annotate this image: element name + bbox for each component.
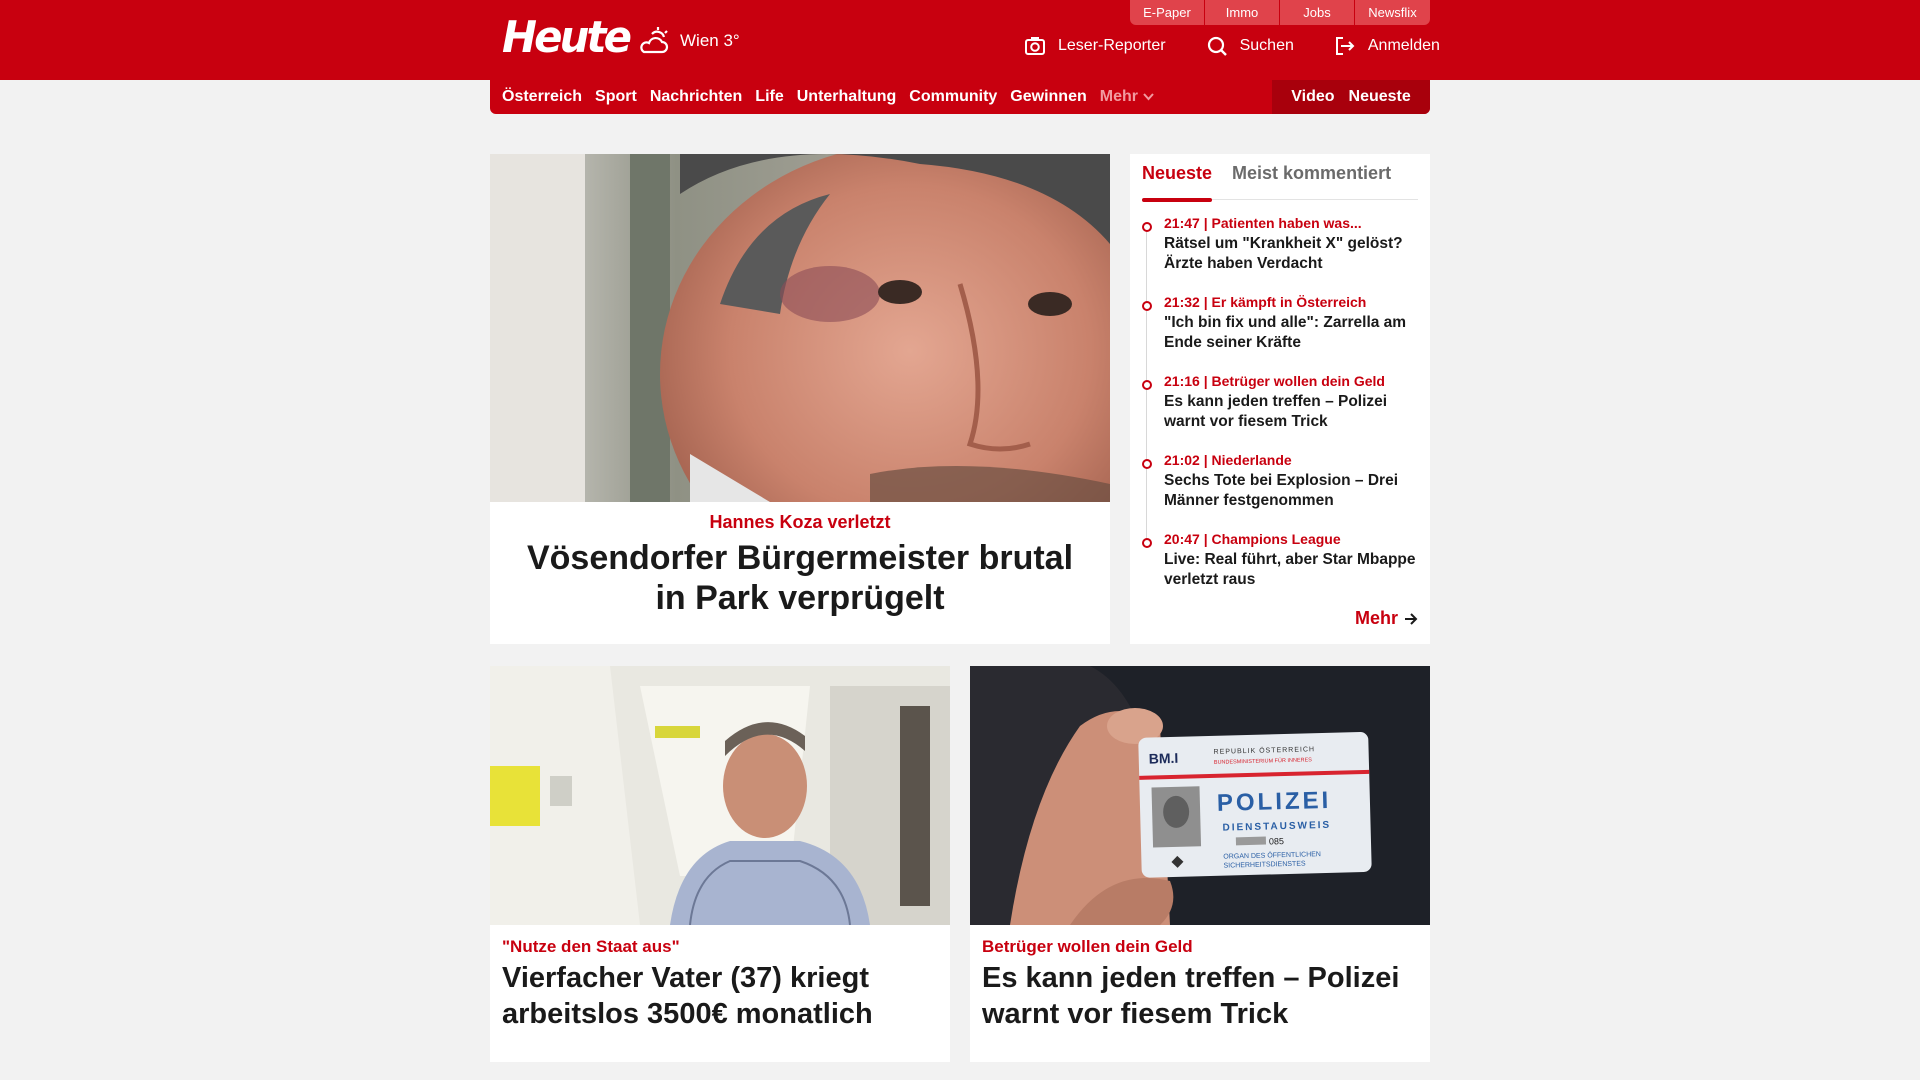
article-card[interactable]: BM.I REPUBLIK ÖSTERREICH BUNDESMINISTERI…: [970, 666, 1430, 1062]
list-item-topic: Niederlande: [1211, 452, 1292, 468]
timeline-dot: [1142, 380, 1152, 390]
nav-item-oesterreich[interactable]: Österreich: [502, 88, 582, 106]
nav-item-life[interactable]: Life: [755, 88, 783, 106]
list-item-meta: 21:02 | Niederlande: [1164, 452, 1292, 468]
search-icon: [1207, 36, 1227, 56]
hero-kicker: Hannes Koza verletzt: [709, 512, 891, 532]
weather-widget[interactable]: Wien 3°: [638, 26, 740, 56]
article-card-image[interactable]: BM.I REPUBLIK ÖSTERREICH BUNDESMINISTERI…: [970, 666, 1430, 925]
search-label: Suchen: [1239, 37, 1294, 54]
list-item[interactable]: 20:47 | Champions League Live: Real führ…: [1140, 530, 1420, 609]
login-button[interactable]: Anmelden: [1334, 35, 1440, 57]
sidebar-tabs: Neueste Meist kommentiert: [1142, 154, 1418, 202]
login-icon: [1335, 37, 1355, 55]
main-nav: Österreich Sport Nachrichten Life Unterh…: [490, 80, 1430, 114]
article-card-title[interactable]: Es kann jeden treffen – Polizei warnt vo…: [982, 960, 1418, 1032]
login-label: Anmelden: [1367, 37, 1440, 54]
timeline-dot: [1142, 301, 1152, 311]
list-item-time: 21:02: [1164, 452, 1200, 468]
timeline-dot: [1142, 538, 1152, 548]
sidebar-more-label: Mehr: [1354, 608, 1398, 628]
leser-reporter-button[interactable]: Leser-Reporter: [1024, 35, 1166, 57]
nav-item-video[interactable]: Video: [1291, 88, 1334, 106]
list-item-time: 20:47: [1164, 531, 1200, 547]
hero-title[interactable]: Vösendorfer Bürgermeister brutal in Park…: [510, 538, 1090, 618]
list-item-time: 21:16: [1164, 373, 1200, 389]
arrow-right-icon: [1405, 612, 1418, 625]
hero-image[interactable]: [490, 154, 1110, 502]
nav-item-gewinnen[interactable]: Gewinnen: [1010, 88, 1086, 106]
sidebar-more-link[interactable]: Mehr: [1355, 608, 1418, 629]
hero-article[interactable]: Hannes Koza verletzt Vösendorfer Bürgerm…: [490, 154, 1110, 644]
quicklink-epaper[interactable]: E-Paper: [1130, 0, 1205, 25]
list-item-title[interactable]: Live: Real führt, aber Star Mbappe verle…: [1164, 550, 1420, 590]
cloud-sun-icon: [640, 27, 669, 54]
site-logo[interactable]: Heute: [502, 12, 632, 63]
nav-item-community[interactable]: Community: [909, 88, 997, 106]
timeline-dot: [1142, 459, 1152, 469]
list-item-meta: 20:47 | Champions League: [1164, 531, 1341, 547]
list-item[interactable]: 21:02 | Niederlande Sechs Tote bei Explo…: [1140, 451, 1420, 530]
list-item[interactable]: 21:32 | Er kämpft in Österreich "Ich bin…: [1140, 293, 1420, 372]
site-header: Heute Wien 3° E-Paper Immo Jobs Newsflix…: [0, 0, 1920, 80]
list-item[interactable]: 21:47 | Patienten haben was... Rätsel um…: [1140, 214, 1420, 293]
id-card-issuer: BM.I: [1149, 750, 1179, 767]
article-card-kicker: Betrüger wollen dein Geld: [982, 937, 1193, 956]
article-card-title[interactable]: Vierfacher Vater (37) kriegt arbeitslos …: [502, 960, 938, 1032]
tab-meist-kommentiert[interactable]: Meist kommentiert: [1232, 154, 1391, 200]
timeline-dot: [1142, 222, 1152, 232]
nav-more-label: Mehr: [1099, 88, 1138, 105]
news-timeline: 21:47 | Patienten haben was... Rätsel um…: [1140, 214, 1420, 609]
list-item-topic: Patienten haben was...: [1211, 215, 1362, 231]
article-card[interactable]: "Nutze den Staat aus" Vierfacher Vater (…: [490, 666, 950, 1062]
nav-item-sport[interactable]: Sport: [595, 88, 637, 106]
quicklink-newsflix[interactable]: Newsflix: [1355, 0, 1430, 25]
list-item-topic: Champions League: [1211, 531, 1341, 547]
article-card-kicker: "Nutze den Staat aus": [502, 937, 680, 956]
latest-news-sidebar: Neueste Meist kommentiert 21:47 | Patien…: [1130, 154, 1430, 644]
search-button[interactable]: Suchen: [1206, 35, 1294, 57]
quicklinks: E-Paper Immo Jobs Newsflix: [1130, 0, 1430, 25]
nav-more-dropdown[interactable]: Mehr: [1100, 88, 1154, 106]
list-item-meta: 21:16 | Betrüger wollen dein Geld: [1164, 373, 1385, 389]
camera-icon: [1025, 37, 1045, 55]
chevron-down-icon: [1143, 93, 1154, 101]
list-item[interactable]: 21:16 | Betrüger wollen dein Geld Es kan…: [1140, 372, 1420, 451]
list-item-title[interactable]: "Ich bin fix und alle": Zarrella am Ende…: [1164, 313, 1420, 353]
list-item-time: 21:32: [1164, 294, 1200, 310]
leser-reporter-label: Leser-Reporter: [1058, 37, 1166, 54]
list-item-meta: 21:47 | Patienten haben was...: [1164, 215, 1362, 231]
list-item-topic: Betrüger wollen dein Geld: [1211, 373, 1385, 389]
list-item-meta: 21:32 | Er kämpft in Österreich: [1164, 294, 1367, 310]
article-card-image[interactable]: [490, 666, 950, 925]
list-item-topic: Er kämpft in Österreich: [1211, 294, 1367, 310]
id-card-number: 085: [1269, 836, 1284, 846]
weather-text: Wien 3°: [680, 31, 740, 50]
nav-item-neueste[interactable]: Neueste: [1349, 88, 1411, 106]
quicklink-immo[interactable]: Immo: [1205, 0, 1280, 25]
list-item-title[interactable]: Es kann jeden treffen – Polizei warnt vo…: [1164, 392, 1420, 432]
tab-neueste[interactable]: Neueste: [1142, 154, 1213, 202]
header-actions: Leser-Reporter Suchen Anmelden: [984, 34, 1440, 58]
quicklink-jobs[interactable]: Jobs: [1280, 0, 1355, 25]
list-item-time: 21:47: [1164, 215, 1200, 231]
list-item-title[interactable]: Rätsel um "Krankheit X" gelöst? Ärzte ha…: [1164, 234, 1420, 274]
nav-item-nachrichten[interactable]: Nachrichten: [650, 88, 742, 106]
nav-item-unterhaltung[interactable]: Unterhaltung: [797, 88, 897, 106]
list-item-title[interactable]: Sechs Tote bei Explosion – Drei Männer f…: [1164, 471, 1420, 511]
id-card-polizei: POLIZEI: [1217, 787, 1332, 817]
nav-right-group: Video Neueste: [1272, 80, 1430, 114]
